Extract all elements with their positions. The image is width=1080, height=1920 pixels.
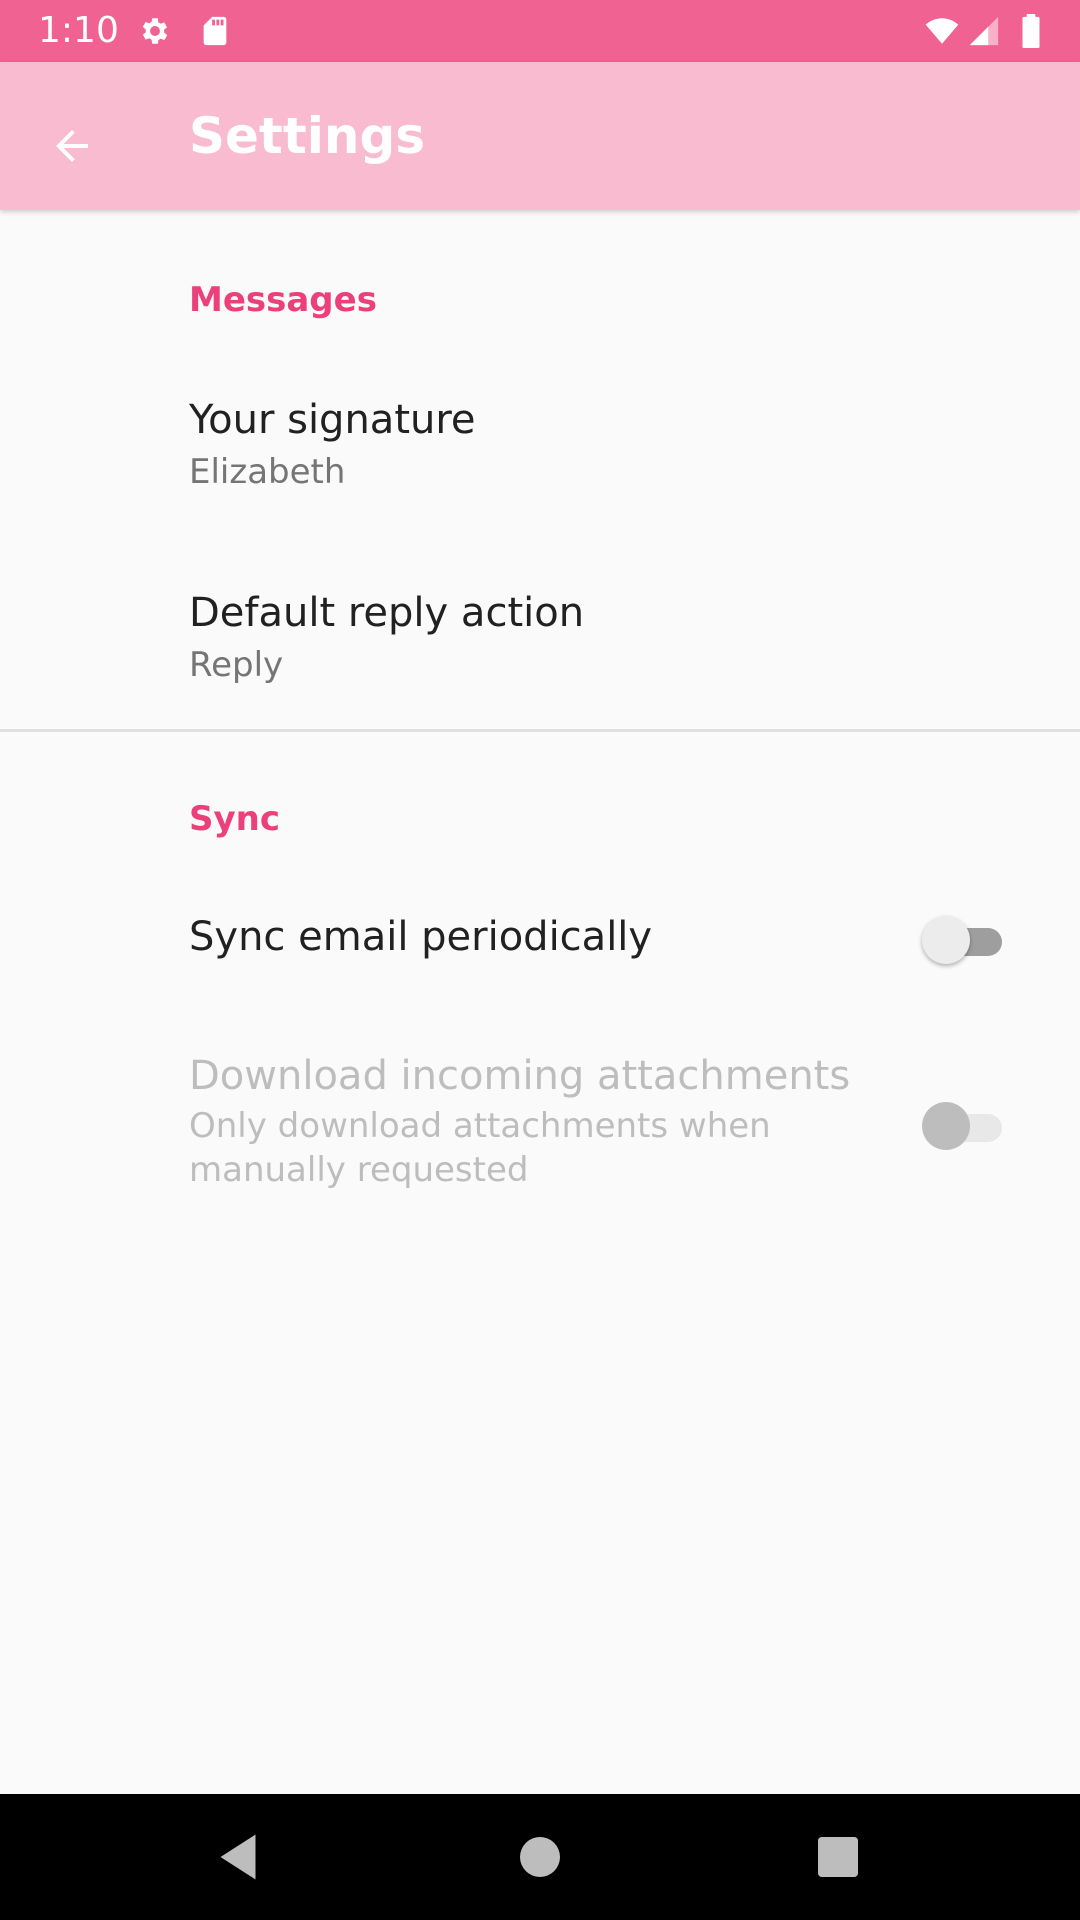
sd-card-icon xyxy=(198,14,232,48)
arrow-back-icon xyxy=(48,122,96,170)
pref-title: Your signature xyxy=(189,397,476,443)
section-header-sync: Sync xyxy=(189,799,281,839)
pref-default-reply-action[interactable]: Default reply action Reply xyxy=(0,572,1080,764)
pref-download-incoming-attachments[interactable]: Download incoming attachments Only downl… xyxy=(0,1032,1080,1232)
pref-title: Default reply action xyxy=(189,590,585,636)
gear-icon xyxy=(138,14,172,48)
status-bar: 1:10 xyxy=(0,0,1080,62)
pref-title: Sync email periodically xyxy=(189,914,653,960)
pref-title: Download incoming attachments xyxy=(189,1053,851,1099)
signal-icon xyxy=(966,14,1002,48)
pref-summary: Reply xyxy=(189,645,284,685)
app-bar: Settings xyxy=(0,62,1080,210)
pref-summary: Only download attachments when manually … xyxy=(189,1106,771,1190)
recents-square-icon xyxy=(808,1827,868,1887)
wifi-icon xyxy=(922,14,962,48)
page-title: Settings xyxy=(189,107,426,165)
switch-thumb xyxy=(922,1102,970,1150)
download-attachments-switch[interactable] xyxy=(922,1098,1008,1154)
battery-icon xyxy=(1016,14,1046,48)
section-divider xyxy=(0,729,1080,732)
pref-summary: Elizabeth xyxy=(189,452,346,492)
navigation-bar xyxy=(0,1794,1080,1920)
section-header-messages: Messages xyxy=(189,280,377,320)
sync-email-switch[interactable] xyxy=(922,912,1008,968)
back-triangle-icon xyxy=(208,1827,268,1887)
pref-sync-email-periodically[interactable]: Sync email periodically xyxy=(0,880,1080,1006)
settings-screen: 1:10 Settings Messages Your signature El… xyxy=(0,0,1080,1920)
back-button[interactable] xyxy=(24,98,120,194)
status-time: 1:10 xyxy=(38,10,119,51)
nav-home-button[interactable] xyxy=(510,1827,570,1887)
home-circle-icon xyxy=(510,1827,570,1887)
nav-back-button[interactable] xyxy=(208,1827,268,1887)
pref-your-signature[interactable]: Your signature Elizabeth xyxy=(0,380,1080,572)
switch-thumb xyxy=(922,916,970,964)
nav-recents-button[interactable] xyxy=(808,1827,868,1887)
